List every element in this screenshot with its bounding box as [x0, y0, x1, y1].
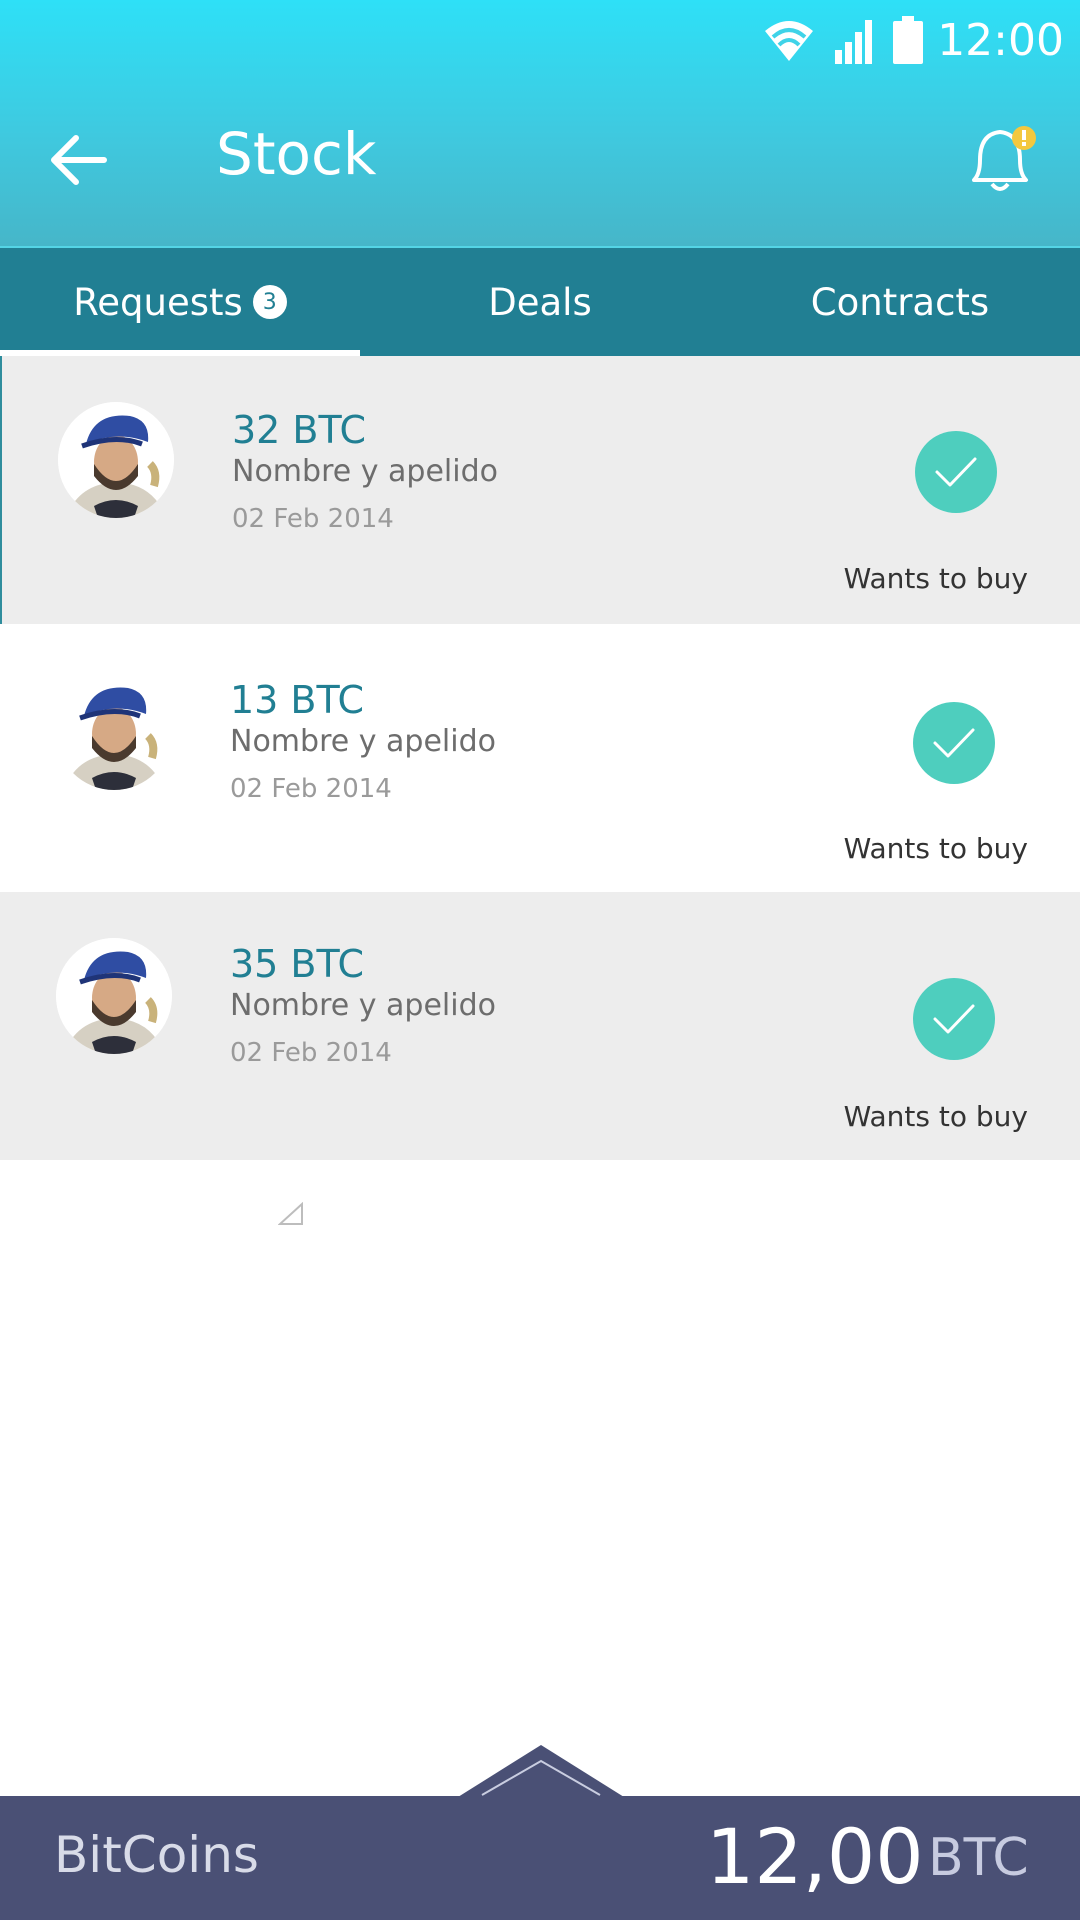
request-status: Wants to buy: [843, 1100, 1028, 1133]
tab-deals-label: Deals: [488, 280, 592, 324]
request-date: 02 Feb 2014: [230, 1038, 392, 1068]
request-status: Wants to buy: [843, 562, 1028, 595]
resize-corner-icon: [278, 1202, 303, 1225]
back-arrow-icon[interactable]: [44, 124, 116, 196]
request-row[interactable]: 13 BTC Nombre y apelido 02 Feb 2014 Want…: [0, 624, 1080, 892]
request-user-name: Nombre y apelido: [230, 724, 496, 759]
status-bar: 12:00: [759, 12, 1064, 68]
balance-footer: BitCoins 12,00 BTC: [0, 1796, 1080, 1920]
requests-count-badge: 3: [252, 285, 287, 319]
request-date: 02 Feb 2014: [230, 774, 392, 804]
notification-bell-icon[interactable]: [960, 120, 1040, 200]
expand-panel-handle[interactable]: [458, 1745, 624, 1797]
app-header: 12:00 Stock: [0, 0, 1080, 246]
signal-icon: [835, 20, 873, 64]
user-avatar-icon: [56, 938, 172, 1054]
accept-button[interactable]: [915, 431, 997, 513]
tab-deals[interactable]: Deals: [360, 248, 720, 356]
request-user-name: Nombre y apelido: [230, 988, 496, 1023]
avatar: [56, 938, 172, 1054]
balance-value: 12,00: [706, 1812, 924, 1901]
request-amount: 13 BTC: [230, 678, 365, 722]
checkmark-icon: [933, 1004, 975, 1034]
accept-button[interactable]: [913, 978, 995, 1060]
request-status: Wants to buy: [843, 832, 1028, 865]
tab-contracts-label: Contracts: [810, 280, 990, 324]
checkmark-icon: [933, 728, 975, 758]
request-amount: 35 BTC: [230, 942, 365, 986]
accept-button[interactable]: [913, 702, 995, 784]
avatar: [56, 674, 172, 790]
balance-label: BitCoins: [54, 1826, 259, 1884]
tab-contracts[interactable]: Contracts: [720, 248, 1080, 356]
balance-unit: BTC: [928, 1828, 1029, 1888]
checkmark-icon: [935, 457, 977, 487]
battery-icon: [893, 16, 924, 64]
user-avatar-icon: [56, 674, 172, 790]
request-row[interactable]: 32 BTC Nombre y apelido 02 Feb 2014 Want…: [0, 356, 1080, 624]
request-amount: 32 BTC: [232, 408, 367, 452]
status-time: 12:00: [937, 14, 1064, 66]
user-avatar-icon: [58, 402, 174, 518]
page-title: Stock: [216, 120, 377, 188]
tab-requests[interactable]: Requests 3: [0, 248, 360, 356]
wifi-icon: [765, 21, 814, 61]
avatar: [58, 402, 174, 518]
tab-bar: Requests 3 Deals Contracts: [0, 246, 1080, 356]
tab-requests-label: Requests: [73, 280, 243, 324]
request-user-name: Nombre y apelido: [232, 454, 498, 489]
request-row[interactable]: 35 BTC Nombre y apelido 02 Feb 2014 Want…: [0, 892, 1080, 1160]
request-date: 02 Feb 2014: [232, 504, 394, 534]
requests-list: 32 BTC Nombre y apelido 02 Feb 2014 Want…: [0, 356, 1080, 1160]
